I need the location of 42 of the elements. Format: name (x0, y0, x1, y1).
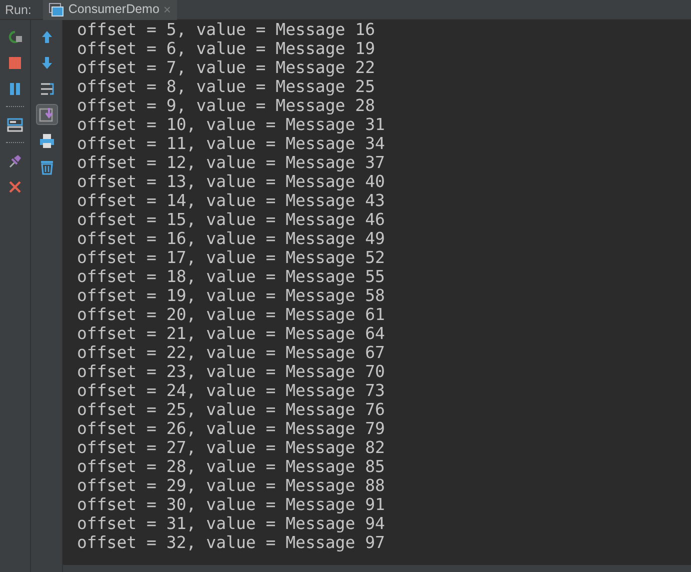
close-icon[interactable] (7, 178, 23, 194)
console-line: offset = 11, value = Message 34 (77, 134, 386, 153)
console-line: offset = 29, value = Message 88 (77, 476, 386, 495)
console-line: offset = 26, value = Message 79 (77, 419, 386, 438)
console-line: offset = 23, value = Message 70 (77, 362, 386, 381)
console-line: offset = 18, value = Message 55 (77, 267, 386, 286)
tab-title: ConsumerDemo (68, 1, 160, 18)
console-line: offset = 7, value = Message 22 (77, 58, 376, 77)
scroll-to-end-button[interactable] (36, 104, 58, 125)
printer-icon[interactable] (38, 132, 54, 148)
console-line: offset = 8, value = Message 25 (77, 77, 376, 96)
console-line: offset = 32, value = Message 97 (77, 533, 386, 552)
console-window-icon (49, 2, 64, 16)
console-line: offset = 5, value = Message 16 (77, 20, 376, 39)
console-line: offset = 6, value = Message 19 (77, 39, 376, 58)
console-line: offset = 9, value = Message 28 (77, 96, 376, 115)
trash-icon[interactable] (38, 158, 54, 174)
console-line: offset = 17, value = Message 52 (77, 248, 386, 267)
console-line: offset = 31, value = Message 94 (77, 514, 386, 533)
pin-icon[interactable] (7, 152, 23, 168)
console-line: offset = 14, value = Message 43 (77, 191, 386, 210)
console-line: offset = 20, value = Message 61 (77, 305, 386, 324)
stop-icon[interactable] (7, 54, 23, 70)
console-line: offset = 24, value = Message 73 (77, 381, 386, 400)
pause-icon[interactable] (7, 80, 23, 96)
console-line: offset = 21, value = Message 64 (77, 324, 386, 343)
console-line: offset = 10, value = Message 31 (77, 115, 386, 134)
console-line: offset = 19, value = Message 58 (77, 286, 386, 305)
soft-wrap-icon[interactable] (38, 80, 54, 96)
console-line: offset = 27, value = Message 82 (77, 438, 386, 457)
console-line: offset = 22, value = Message 67 (77, 343, 386, 362)
console-line: offset = 28, value = Message 85 (77, 457, 386, 476)
console-line: offset = 16, value = Message 49 (77, 229, 386, 248)
rerun-icon[interactable] (7, 28, 23, 44)
console-line: offset = 15, value = Message 46 (77, 210, 386, 229)
run-label: Run: (4, 2, 32, 18)
layout-icon[interactable] (7, 116, 23, 132)
console-line: offset = 30, value = Message 91 (77, 495, 386, 514)
console-line: offset = 25, value = Message 76 (77, 400, 386, 419)
console-line: offset = 13, value = Message 40 (77, 172, 386, 191)
console-line: offset = 12, value = Message 37 (77, 153, 386, 172)
run-tab[interactable]: ConsumerDemo × (43, 0, 178, 20)
